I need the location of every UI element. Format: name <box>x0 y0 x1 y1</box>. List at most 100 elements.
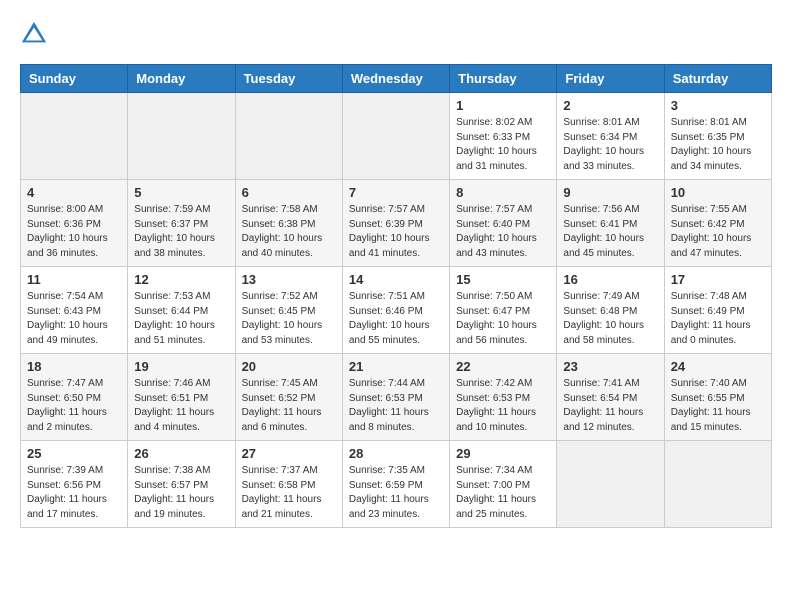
day-number: 16 <box>563 272 657 287</box>
day-info: Sunrise: 7:35 AMSunset: 6:59 PMDaylight:… <box>349 464 443 522</box>
day-info: Sunrise: 7:51 AMSunset: 6:46 PMDaylight:… <box>349 290 443 348</box>
day-number: 15 <box>456 272 550 287</box>
calendar-cell: 8 Sunrise: 7:57 AMSunset: 6:40 PMDaylight… <box>450 180 557 267</box>
day-info: Sunrise: 7:59 AMSunset: 6:37 PMDaylight:… <box>134 203 228 261</box>
calendar-cell: 1 Sunrise: 8:02 AMSunset: 6:33 PMDaylight… <box>450 93 557 180</box>
day-info: Sunrise: 7:57 AMSunset: 6:40 PMDaylight:… <box>456 203 550 261</box>
day-number: 24 <box>671 359 765 374</box>
day-number: 3 <box>671 98 765 113</box>
day-info: Sunrise: 7:52 AMSunset: 6:45 PMDaylight:… <box>242 290 336 348</box>
day-header-saturday: Saturday <box>664 65 771 93</box>
calendar-cell: 26Sunrise: 7:38 AMSunset: 6:57 PMDayligh… <box>128 441 235 528</box>
calendar-cell: 3 Sunrise: 8:01 AMSunset: 6:35 PMDaylight… <box>664 93 771 180</box>
day-info: Sunrise: 7:39 AMSunset: 6:56 PMDaylight:… <box>27 464 121 522</box>
day-info: Sunrise: 7:34 AMSunset: 7:00 PMDaylight:… <box>456 464 550 522</box>
logo <box>20 20 52 48</box>
calendar-cell <box>557 441 664 528</box>
calendar-cell: 5 Sunrise: 7:59 AMSunset: 6:37 PMDaylight… <box>128 180 235 267</box>
day-info: Sunrise: 7:44 AMSunset: 6:53 PMDaylight:… <box>349 377 443 435</box>
day-number: 1 <box>456 98 550 113</box>
day-info: Sunrise: 7:40 AMSunset: 6:55 PMDaylight:… <box>671 377 765 435</box>
day-header-thursday: Thursday <box>450 65 557 93</box>
days-row: SundayMondayTuesdayWednesdayThursdayFrid… <box>21 65 772 93</box>
day-number: 10 <box>671 185 765 200</box>
day-number: 4 <box>27 185 121 200</box>
calendar-cell <box>235 93 342 180</box>
day-number: 11 <box>27 272 121 287</box>
day-info: Sunrise: 8:00 AMSunset: 6:36 PMDaylight:… <box>27 203 121 261</box>
day-info: Sunrise: 7:54 AMSunset: 6:43 PMDaylight:… <box>27 290 121 348</box>
day-number: 27 <box>242 446 336 461</box>
day-info: Sunrise: 8:01 AMSunset: 6:35 PMDaylight:… <box>671 116 765 174</box>
day-number: 28 <box>349 446 443 461</box>
calendar-cell: 9 Sunrise: 7:56 AMSunset: 6:41 PMDaylight… <box>557 180 664 267</box>
calendar-header: SundayMondayTuesdayWednesdayThursdayFrid… <box>21 65 772 93</box>
day-header-wednesday: Wednesday <box>342 65 449 93</box>
day-number: 9 <box>563 185 657 200</box>
calendar-cell: 28 Sunrise: 7:35 AMSunset: 6:59 PMDayligh… <box>342 441 449 528</box>
day-info: Sunrise: 7:49 AMSunset: 6:48 PMDaylight:… <box>563 290 657 348</box>
calendar-cell: 4 Sunrise: 8:00 AMSunset: 6:36 PMDaylight… <box>21 180 128 267</box>
day-number: 29 <box>456 446 550 461</box>
calendar-week-1: 4 Sunrise: 8:00 AMSunset: 6:36 PMDaylight… <box>21 180 772 267</box>
day-number: 13 <box>242 272 336 287</box>
day-number: 19 <box>134 359 228 374</box>
day-number: 2 <box>563 98 657 113</box>
day-header-sunday: Sunday <box>21 65 128 93</box>
calendar-cell <box>128 93 235 180</box>
day-number: 7 <box>349 185 443 200</box>
day-info: Sunrise: 8:01 AMSunset: 6:34 PMDaylight:… <box>563 116 657 174</box>
day-header-tuesday: Tuesday <box>235 65 342 93</box>
calendar-week-2: 11 Sunrise: 7:54 AMSunset: 6:43 PMDayligh… <box>21 267 772 354</box>
day-number: 12 <box>134 272 228 287</box>
day-info: Sunrise: 7:46 AMSunset: 6:51 PMDaylight:… <box>134 377 228 435</box>
day-info: Sunrise: 8:02 AMSunset: 6:33 PMDaylight:… <box>456 116 550 174</box>
calendar-cell <box>664 441 771 528</box>
calendar-cell: 11 Sunrise: 7:54 AMSunset: 6:43 PMDayligh… <box>21 267 128 354</box>
calendar-cell: 21Sunrise: 7:44 AMSunset: 6:53 PMDayligh… <box>342 354 449 441</box>
calendar-cell: 25 Sunrise: 7:39 AMSunset: 6:56 PMDayligh… <box>21 441 128 528</box>
calendar-cell <box>21 93 128 180</box>
calendar-cell: 6 Sunrise: 7:58 AMSunset: 6:38 PMDaylight… <box>235 180 342 267</box>
day-info: Sunrise: 7:42 AMSunset: 6:53 PMDaylight:… <box>456 377 550 435</box>
day-number: 6 <box>242 185 336 200</box>
calendar-body: 1 Sunrise: 8:02 AMSunset: 6:33 PMDaylight… <box>21 93 772 528</box>
calendar-cell: 17Sunrise: 7:48 AMSunset: 6:49 PMDayligh… <box>664 267 771 354</box>
day-number: 25 <box>27 446 121 461</box>
day-info: Sunrise: 7:53 AMSunset: 6:44 PMDaylight:… <box>134 290 228 348</box>
calendar-week-4: 25 Sunrise: 7:39 AMSunset: 6:56 PMDayligh… <box>21 441 772 528</box>
calendar-cell: 24 Sunrise: 7:40 AMSunset: 6:55 PMDayligh… <box>664 354 771 441</box>
calendar-cell: 14 Sunrise: 7:51 AMSunset: 6:46 PMDayligh… <box>342 267 449 354</box>
day-number: 14 <box>349 272 443 287</box>
calendar-cell: 13 Sunrise: 7:52 AMSunset: 6:45 PMDayligh… <box>235 267 342 354</box>
day-number: 23 <box>563 359 657 374</box>
day-number: 22 <box>456 359 550 374</box>
day-number: 8 <box>456 185 550 200</box>
day-number: 20 <box>242 359 336 374</box>
calendar-cell: 10 Sunrise: 7:55 AMSunset: 6:42 PMDayligh… <box>664 180 771 267</box>
calendar-cell: 7Sunrise: 7:57 AMSunset: 6:39 PMDaylight… <box>342 180 449 267</box>
calendar-cell: 20 Sunrise: 7:45 AMSunset: 6:52 PMDayligh… <box>235 354 342 441</box>
calendar-cell: 16 Sunrise: 7:49 AMSunset: 6:48 PMDayligh… <box>557 267 664 354</box>
day-info: Sunrise: 7:50 AMSunset: 6:47 PMDaylight:… <box>456 290 550 348</box>
day-info: Sunrise: 7:55 AMSunset: 6:42 PMDaylight:… <box>671 203 765 261</box>
calendar-cell: 23Sunrise: 7:41 AMSunset: 6:54 PMDayligh… <box>557 354 664 441</box>
page-header <box>20 20 772 48</box>
day-number: 18 <box>27 359 121 374</box>
day-number: 5 <box>134 185 228 200</box>
calendar-cell: 2 Sunrise: 8:01 AMSunset: 6:34 PMDaylight… <box>557 93 664 180</box>
day-info: Sunrise: 7:47 AMSunset: 6:50 PMDaylight:… <box>27 377 121 435</box>
day-info: Sunrise: 7:37 AMSunset: 6:58 PMDaylight:… <box>242 464 336 522</box>
day-info: Sunrise: 7:58 AMSunset: 6:38 PMDaylight:… <box>242 203 336 261</box>
calendar-cell: 27 Sunrise: 7:37 AMSunset: 6:58 PMDayligh… <box>235 441 342 528</box>
day-info: Sunrise: 7:56 AMSunset: 6:41 PMDaylight:… <box>563 203 657 261</box>
day-header-monday: Monday <box>128 65 235 93</box>
day-info: Sunrise: 7:45 AMSunset: 6:52 PMDaylight:… <box>242 377 336 435</box>
day-header-friday: Friday <box>557 65 664 93</box>
calendar-cell <box>342 93 449 180</box>
calendar-cell: 18 Sunrise: 7:47 AMSunset: 6:50 PMDayligh… <box>21 354 128 441</box>
calendar-week-3: 18 Sunrise: 7:47 AMSunset: 6:50 PMDayligh… <box>21 354 772 441</box>
calendar-cell: 12 Sunrise: 7:53 AMSunset: 6:44 PMDayligh… <box>128 267 235 354</box>
calendar-week-0: 1 Sunrise: 8:02 AMSunset: 6:33 PMDaylight… <box>21 93 772 180</box>
day-number: 26 <box>134 446 228 461</box>
